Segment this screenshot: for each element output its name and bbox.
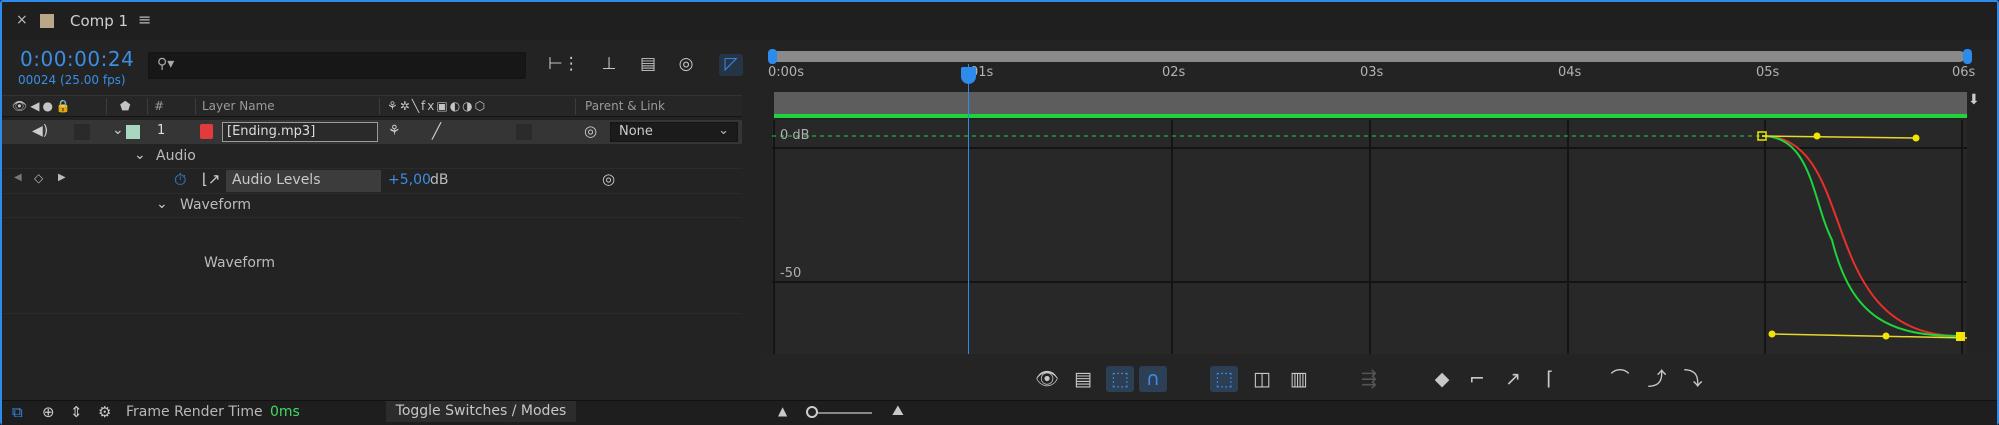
easy-ease-in-icon[interactable]: ⤴ [1643,366,1671,392]
zoom-slider-track[interactable] [810,412,872,414]
waveform-display-row: Waveform [2,218,742,314]
shy-switch-icon[interactable]: ⚘ [388,123,401,139]
chevron-down-icon: ⌄ [718,123,729,138]
current-time-indicator[interactable] [961,67,976,84]
layer-column-headers: 👁◀●🔒 ⬟ # Layer Name ⚘✲╲fx▣◐◑⬡ Parent & L… [2,95,742,117]
column-layer-name[interactable]: Layer Name [202,99,275,113]
draft-3d-icon[interactable]: ⊥ [597,54,621,76]
prev-keyframe-icon[interactable]: ◀ [14,172,22,183]
audio-file-icon [200,124,213,139]
composition-flowchart-icon[interactable]: ⊢⋮ [548,54,580,76]
layer-switches-icon[interactable]: ⧉ [12,403,23,421]
audio-levels-value[interactable]: +5,00 [388,172,431,188]
parent-select[interactable]: None ⌄ [610,122,738,142]
zoom-slider-handle[interactable] [806,406,818,418]
layer-row[interactable]: ◀) ⌄ 1 [Ending.mp3] ⚘ ╱ ◎ None ⌄ [2,120,742,144]
shy-layers-icon[interactable]: ▤ [636,54,660,76]
chevron-down-icon[interactable]: ⌄ [112,122,124,138]
ruler-tick: 06s [1952,65,1976,80]
stopwatch-icon[interactable]: ⏱ [174,170,186,190]
next-keyframe-icon[interactable]: ▶ [58,172,66,183]
easy-ease-icon[interactable]: ⌒ [1606,366,1634,392]
search-icon: ⚲▾ [157,56,175,72]
hold-keyframe-icon[interactable]: ⌐ [1463,366,1491,392]
zoom-out-icon[interactable]: ▲ [778,404,787,418]
graph-label-top: 0 dB [780,128,810,143]
close-icon[interactable]: × [16,12,28,28]
ruler-tick: 02s [1162,65,1186,80]
frame-render-label: Frame Render Time [126,404,263,420]
parent-select-value: None [619,124,653,139]
graph-toggle-icon[interactable]: ⌊↗ [202,170,220,188]
transfer-controls-icon[interactable]: ⊕ [42,403,55,421]
graph-label-mid: -50 [780,266,802,281]
separate-dimensions-disabled-icon: ⇶ [1361,368,1377,390]
tab-comp-title[interactable]: Comp 1 [70,12,128,30]
tab-bar: × Comp 1 ≡ [2,2,1997,40]
ruler-tick: 0:00s [768,65,804,80]
frame-blending-icon[interactable]: ◎ [674,54,698,76]
layer-switch-icons: ⚘✲╲fx▣◐◑⬡ [387,99,488,113]
separate-dimensions-icon[interactable]: ▥ [1285,366,1313,392]
easy-ease-out-icon[interactable]: ⤵ [1679,366,1707,392]
ruler-tick: 03s [1360,65,1384,80]
comp-marker-icon[interactable]: ⬇ [1968,92,1980,108]
graph-options-icon[interactable]: ▤ [1069,366,1097,392]
linear-keyframe-icon[interactable]: ↗ [1499,366,1527,392]
render-cache-bar [774,114,1967,118]
av-switches-icons: 👁◀●🔒 [12,99,74,113]
layer-label-color[interactable] [126,125,140,139]
chevron-down-icon[interactable]: ⌄ [134,147,146,163]
layer-index: 1 [157,123,166,138]
fit-selection-icon[interactable]: ⬚ [1210,366,1238,392]
comp-color-swatch [40,14,54,28]
footer-bar [2,400,1997,425]
chevron-down-icon[interactable]: ⌄ [156,196,168,212]
audio-levels-unit: dB [430,172,449,188]
time-navigator-end[interactable] [1963,49,1972,64]
graph-editor-icon[interactable]: ◸ [719,54,743,76]
pick-whip-icon[interactable]: ◎ [584,122,597,140]
column-index: # [154,99,165,113]
render-time-icon[interactable]: ⚙ [98,403,111,421]
graph-editor[interactable]: 0 dB -50 [772,120,1967,354]
audio-levels-label: Audio Levels [226,170,381,192]
eye-icon[interactable]: 👁 [1033,366,1061,392]
graph-editor-canvas [772,120,1967,354]
search-input[interactable]: ⚲▾ [148,52,526,79]
column-parent-link[interactable]: Parent & Link [585,99,665,113]
time-navigator[interactable] [772,51,1965,62]
audio-group-row[interactable]: ⌄ Audio [2,145,742,169]
work-area-bar[interactable] [774,92,1967,114]
quality-switch-icon[interactable]: ╱ [432,122,441,140]
frame-count-display: 00024 (25.00 fps) [18,73,126,87]
adjustment-switch[interactable] [516,124,532,140]
ruler-tick: 04s [1558,65,1582,80]
transform-box-icon[interactable]: ⬚ [1106,366,1134,392]
current-time-display[interactable]: 0:00:00:24 [20,47,134,71]
waveform-group-row[interactable]: ⌄ Waveform [2,194,742,218]
current-time-indicator-line [968,64,969,354]
auto-bezier-icon[interactable]: ⌈ [1536,366,1564,392]
waveform-label: Waveform [204,255,276,271]
fit-all-icon[interactable]: ◫ [1248,366,1276,392]
zoom-in-icon[interactable]: ⛰ [892,403,904,419]
timeline-panel: × Comp 1 ≡ 0:00:00:24 00024 (25.00 fps) … [0,0,1999,425]
ruler-tick: 05s [1756,65,1780,80]
snap-icon[interactable]: ∩ [1139,366,1167,392]
toggle-switches-modes-button[interactable]: Toggle Switches / Modes [386,401,576,422]
label-icon: ⬟ [120,99,131,113]
audio-switch-icon[interactable]: ◀) [32,123,48,139]
pick-whip-icon[interactable]: ◎ [602,170,615,188]
time-navigator-start[interactable] [768,49,777,64]
audio-group-label: Audio [156,148,196,164]
solo-switch[interactable] [74,124,90,140]
keyframe-icon[interactable]: ◇ [34,171,43,185]
waveform-group-label: Waveform [180,197,252,213]
keyframe-menu-icon[interactable]: ◆ [1428,366,1456,392]
frame-render-value: 0ms [270,404,300,420]
layer-name[interactable]: [Ending.mp3] [222,122,378,142]
panel-menu-icon[interactable]: ≡ [138,10,151,29]
in-out-icon[interactable]: ⇕ [70,403,83,421]
